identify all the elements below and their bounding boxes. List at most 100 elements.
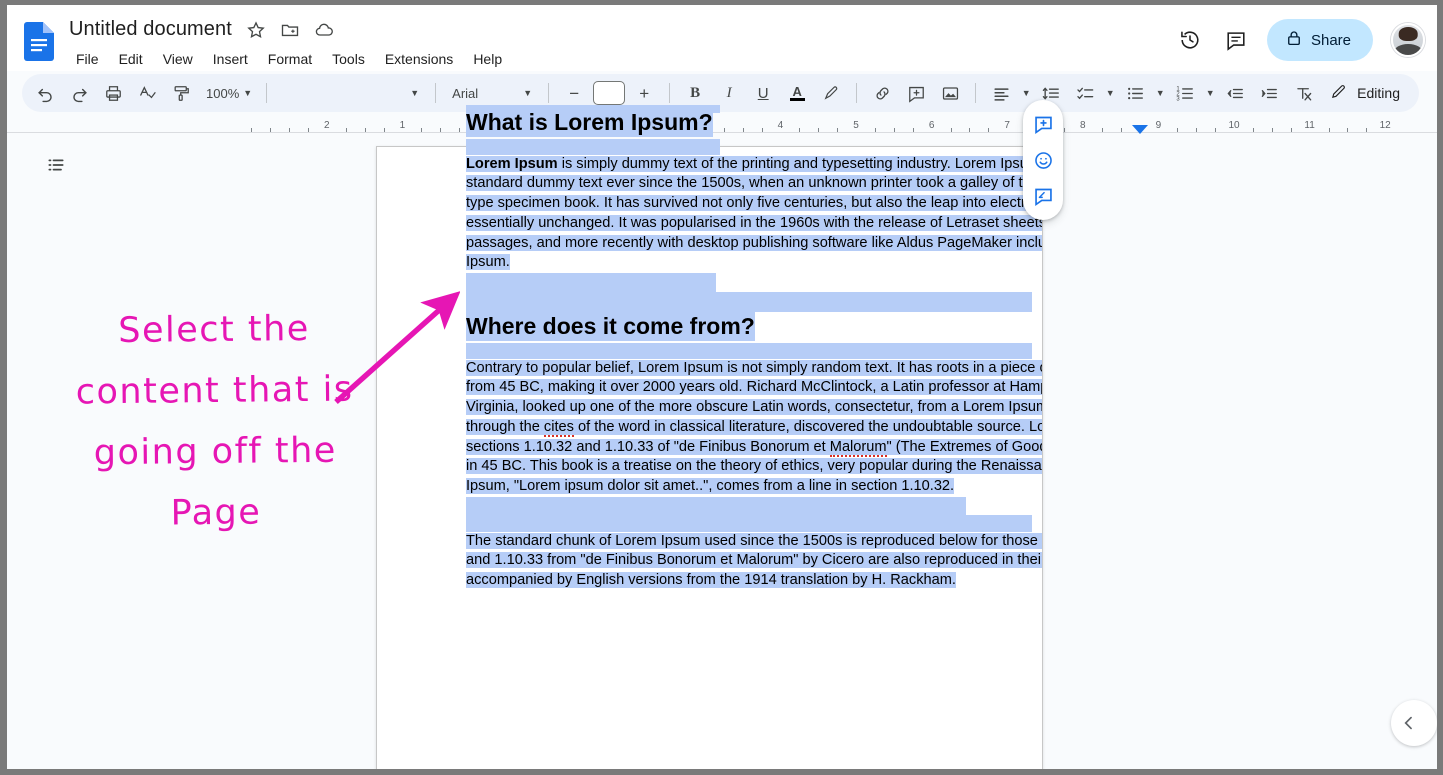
spelling-check-icon[interactable]	[132, 78, 162, 108]
chevron-down-icon: ▼	[410, 87, 420, 98]
lock-icon	[1285, 29, 1303, 51]
document-title[interactable]: Untitled document	[69, 18, 232, 41]
print-icon[interactable]	[98, 78, 128, 108]
ruler-number: 12	[1379, 120, 1391, 131]
menu-format[interactable]: Format	[259, 49, 321, 69]
increase-indent-icon[interactable]	[1254, 78, 1284, 108]
ruler-tick	[383, 128, 385, 132]
menu-help[interactable]: Help	[464, 49, 511, 69]
move-to-folder-icon[interactable]	[280, 20, 300, 40]
menu-bar: File Edit View Insert Format Tools Exten…	[67, 49, 511, 69]
paragraph-style-select[interactable]: ▼	[275, 85, 427, 102]
paragraph-3-text: The standard chunk of Lorem Ipsum used s…	[466, 532, 1042, 589]
paragraph-2-misspelling-2[interactable]: Malorum	[829, 438, 887, 457]
selection-pad-h1	[466, 138, 720, 155]
redo-icon[interactable]	[64, 78, 94, 108]
app-header: Untitled document File Edit View Insert …	[7, 5, 1437, 71]
ruler-tick	[364, 128, 366, 132]
ruler-tick	[345, 128, 347, 132]
paragraph-1-lead: Lorem Ipsum	[466, 155, 558, 172]
menu-view[interactable]: View	[154, 49, 202, 69]
window-edge-left	[0, 0, 7, 775]
ruler-tick	[1271, 128, 1273, 132]
add-comment-icon[interactable]	[1028, 109, 1058, 139]
editing-mode-button[interactable]: Editing ▼	[1320, 78, 1443, 108]
ruler-tick	[440, 128, 442, 132]
suggest-edit-icon[interactable]	[1028, 181, 1058, 211]
document-body: What is Lorem Ipsum? Lorem Ipsum is simp…	[466, 100, 1042, 591]
ruler-tick	[421, 128, 423, 132]
ruler-tick	[1366, 128, 1368, 132]
checklist-icon[interactable]	[1070, 78, 1100, 108]
document-text-layer[interactable]: What is Lorem Ipsum? Lorem Ipsum is simp…	[466, 100, 1042, 770]
zoom-control[interactable]: 100% ▼	[198, 82, 258, 105]
bulleted-list-icon[interactable]	[1120, 78, 1150, 108]
heading-2-block: Where does it come from?	[466, 311, 1042, 341]
bold-label: B	[690, 84, 701, 101]
svg-text:3: 3	[1176, 96, 1180, 102]
share-label: Share	[1310, 31, 1351, 49]
docs-file-icon[interactable]	[24, 22, 54, 61]
clear-formatting-icon[interactable]	[1288, 78, 1318, 108]
emoji-reaction-icon[interactable]	[1028, 145, 1058, 175]
paragraph-3: The standard chunk of Lorem Ipsum used s…	[466, 532, 1042, 591]
paragraph-2-misspelling-1[interactable]: cites	[543, 418, 574, 437]
avatar[interactable]	[1391, 23, 1425, 57]
paragraph-2: Contrary to popular belief, Lorem Ipsum …	[466, 359, 1042, 497]
toolbar-divider-2	[435, 83, 437, 103]
bulleted-list-dropdown-icon[interactable]: ▼	[1152, 78, 1168, 108]
chevron-down-icon: ▼	[243, 87, 253, 98]
open-comment-history-icon[interactable]	[1217, 21, 1255, 59]
header-actions: Share	[1171, 19, 1425, 61]
italic-label: I	[726, 84, 732, 101]
ruler-tick	[1252, 128, 1254, 132]
numbered-list-dropdown-icon[interactable]: ▼	[1202, 78, 1218, 108]
heading-1-block: What is Lorem Ipsum?	[466, 108, 1042, 137]
numbered-list-icon[interactable]: 1 2 3	[1170, 78, 1200, 108]
ruler-tick	[251, 128, 253, 132]
selection-pad-h2	[466, 342, 1032, 359]
selection-pad-blank	[466, 291, 1032, 312]
saved-to-drive-cloud-icon[interactable]	[314, 20, 334, 40]
paragraph-1: Lorem Ipsum is simply dummy text of the …	[466, 155, 1042, 273]
undo-icon[interactable]	[30, 78, 60, 108]
menu-file[interactable]: File	[67, 49, 108, 69]
underline-label: U	[757, 84, 769, 102]
show-document-outline-button[interactable]	[38, 147, 74, 183]
selection-pad-blank2	[466, 514, 1032, 532]
ruler-tick	[1177, 128, 1179, 132]
floating-comment-toolbar	[1023, 100, 1063, 220]
menu-tools[interactable]: Tools	[323, 49, 374, 69]
minus-icon: −	[569, 83, 580, 103]
ruler-tick	[307, 128, 309, 132]
paint-format-icon[interactable]	[166, 78, 196, 108]
ruler-tick	[1120, 128, 1122, 132]
heading-1: What is Lorem Ipsum?	[466, 108, 713, 137]
ruler-tick	[1215, 128, 1217, 132]
window-edge-right	[1437, 0, 1443, 775]
menu-edit[interactable]: Edit	[110, 49, 152, 69]
ruler-tick	[459, 128, 461, 132]
share-button[interactable]: Share	[1266, 19, 1373, 61]
ruler-number: 11	[1304, 120, 1315, 131]
paragraph-1-text: is simply dummy text of the printing and…	[466, 155, 1042, 271]
zoom-value: 100%	[206, 85, 240, 101]
chevron-down-icon: ▼	[523, 87, 533, 98]
font-family-value: Arial	[452, 85, 479, 101]
text-color-label: A	[792, 83, 802, 99]
decrease-indent-icon[interactable]	[1220, 78, 1250, 108]
menu-insert[interactable]: Insert	[204, 49, 257, 69]
hide-side-panel-button[interactable]	[1391, 700, 1437, 746]
ruler-number: 10	[1228, 120, 1240, 131]
version-history-icon[interactable]	[1171, 21, 1209, 59]
ruler-number: 1	[399, 120, 406, 131]
window-edge-top	[0, 0, 1443, 5]
star-icon[interactable]	[246, 20, 266, 40]
checklist-dropdown-icon[interactable]: ▼	[1102, 78, 1118, 108]
google-docs-window: Untitled document File Edit View Insert …	[0, 0, 1443, 775]
menu-extensions[interactable]: Extensions	[376, 49, 462, 69]
ruler-number: 9	[1155, 120, 1162, 131]
ruler-tick	[289, 128, 290, 132]
ruler-tick	[1347, 128, 1349, 132]
right-indent-marker[interactable]	[1132, 125, 1148, 134]
